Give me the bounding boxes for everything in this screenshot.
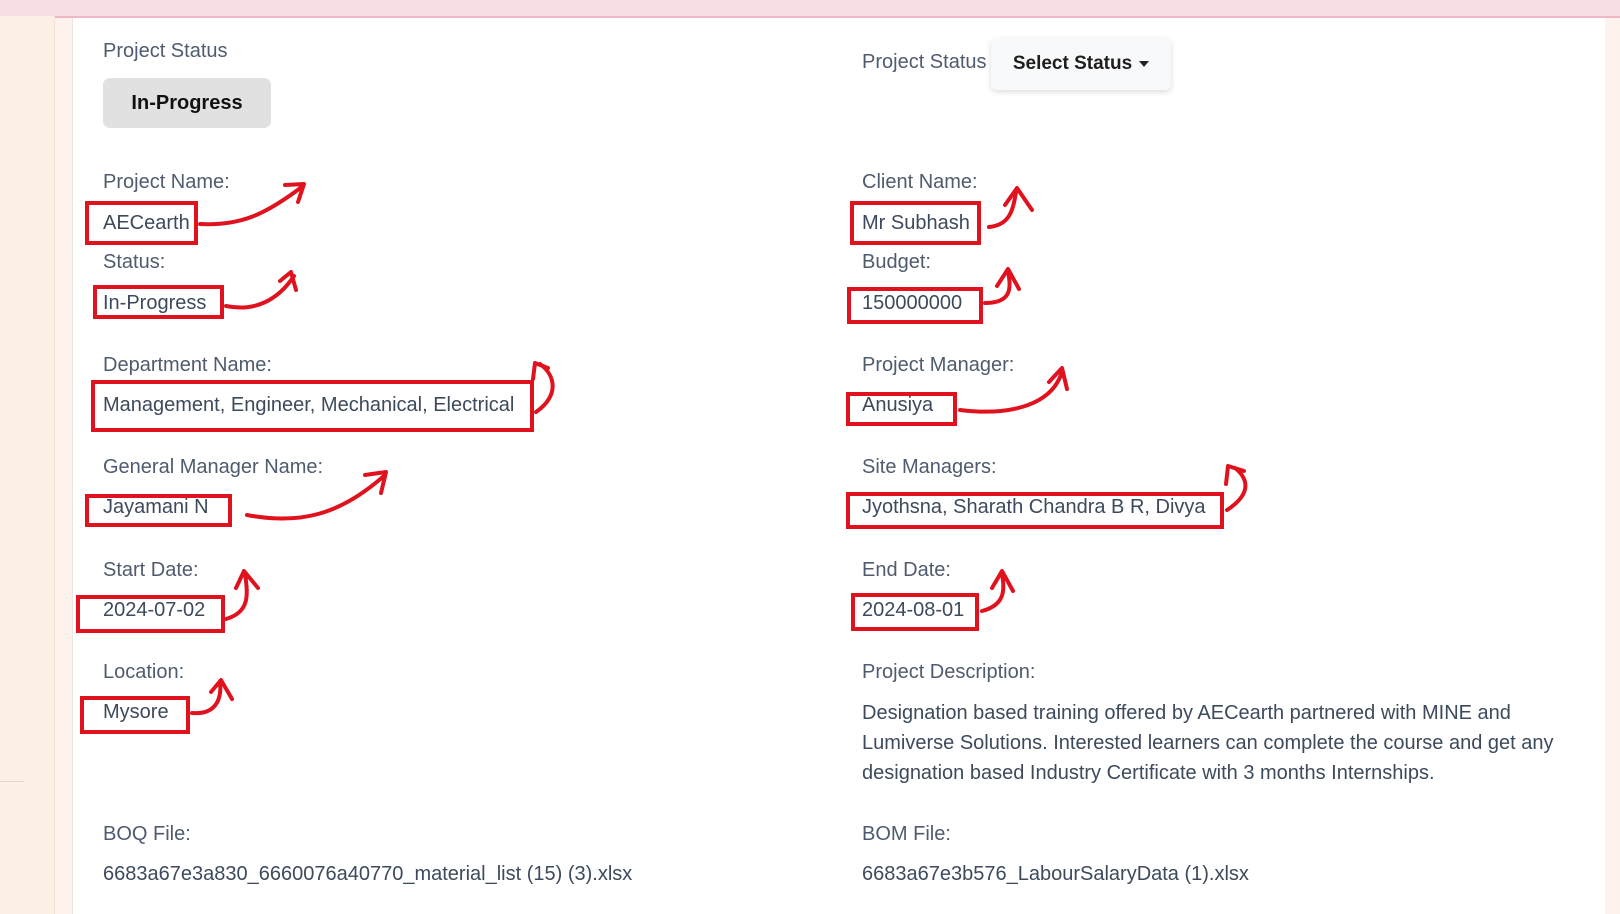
arrow-icon <box>245 470 388 521</box>
arrow-icon <box>987 186 1034 229</box>
arrow-icon <box>531 361 555 414</box>
arrow-icon <box>980 569 1015 613</box>
arrow-icon <box>1224 464 1248 512</box>
arrow-icon <box>198 182 306 227</box>
annotation-arrows <box>190 182 1248 716</box>
arrow-icon <box>224 569 260 621</box>
arrow-icon <box>983 267 1021 305</box>
arrow-icon <box>190 678 234 716</box>
arrow-icon <box>958 366 1069 414</box>
arrow-icon <box>224 270 298 310</box>
